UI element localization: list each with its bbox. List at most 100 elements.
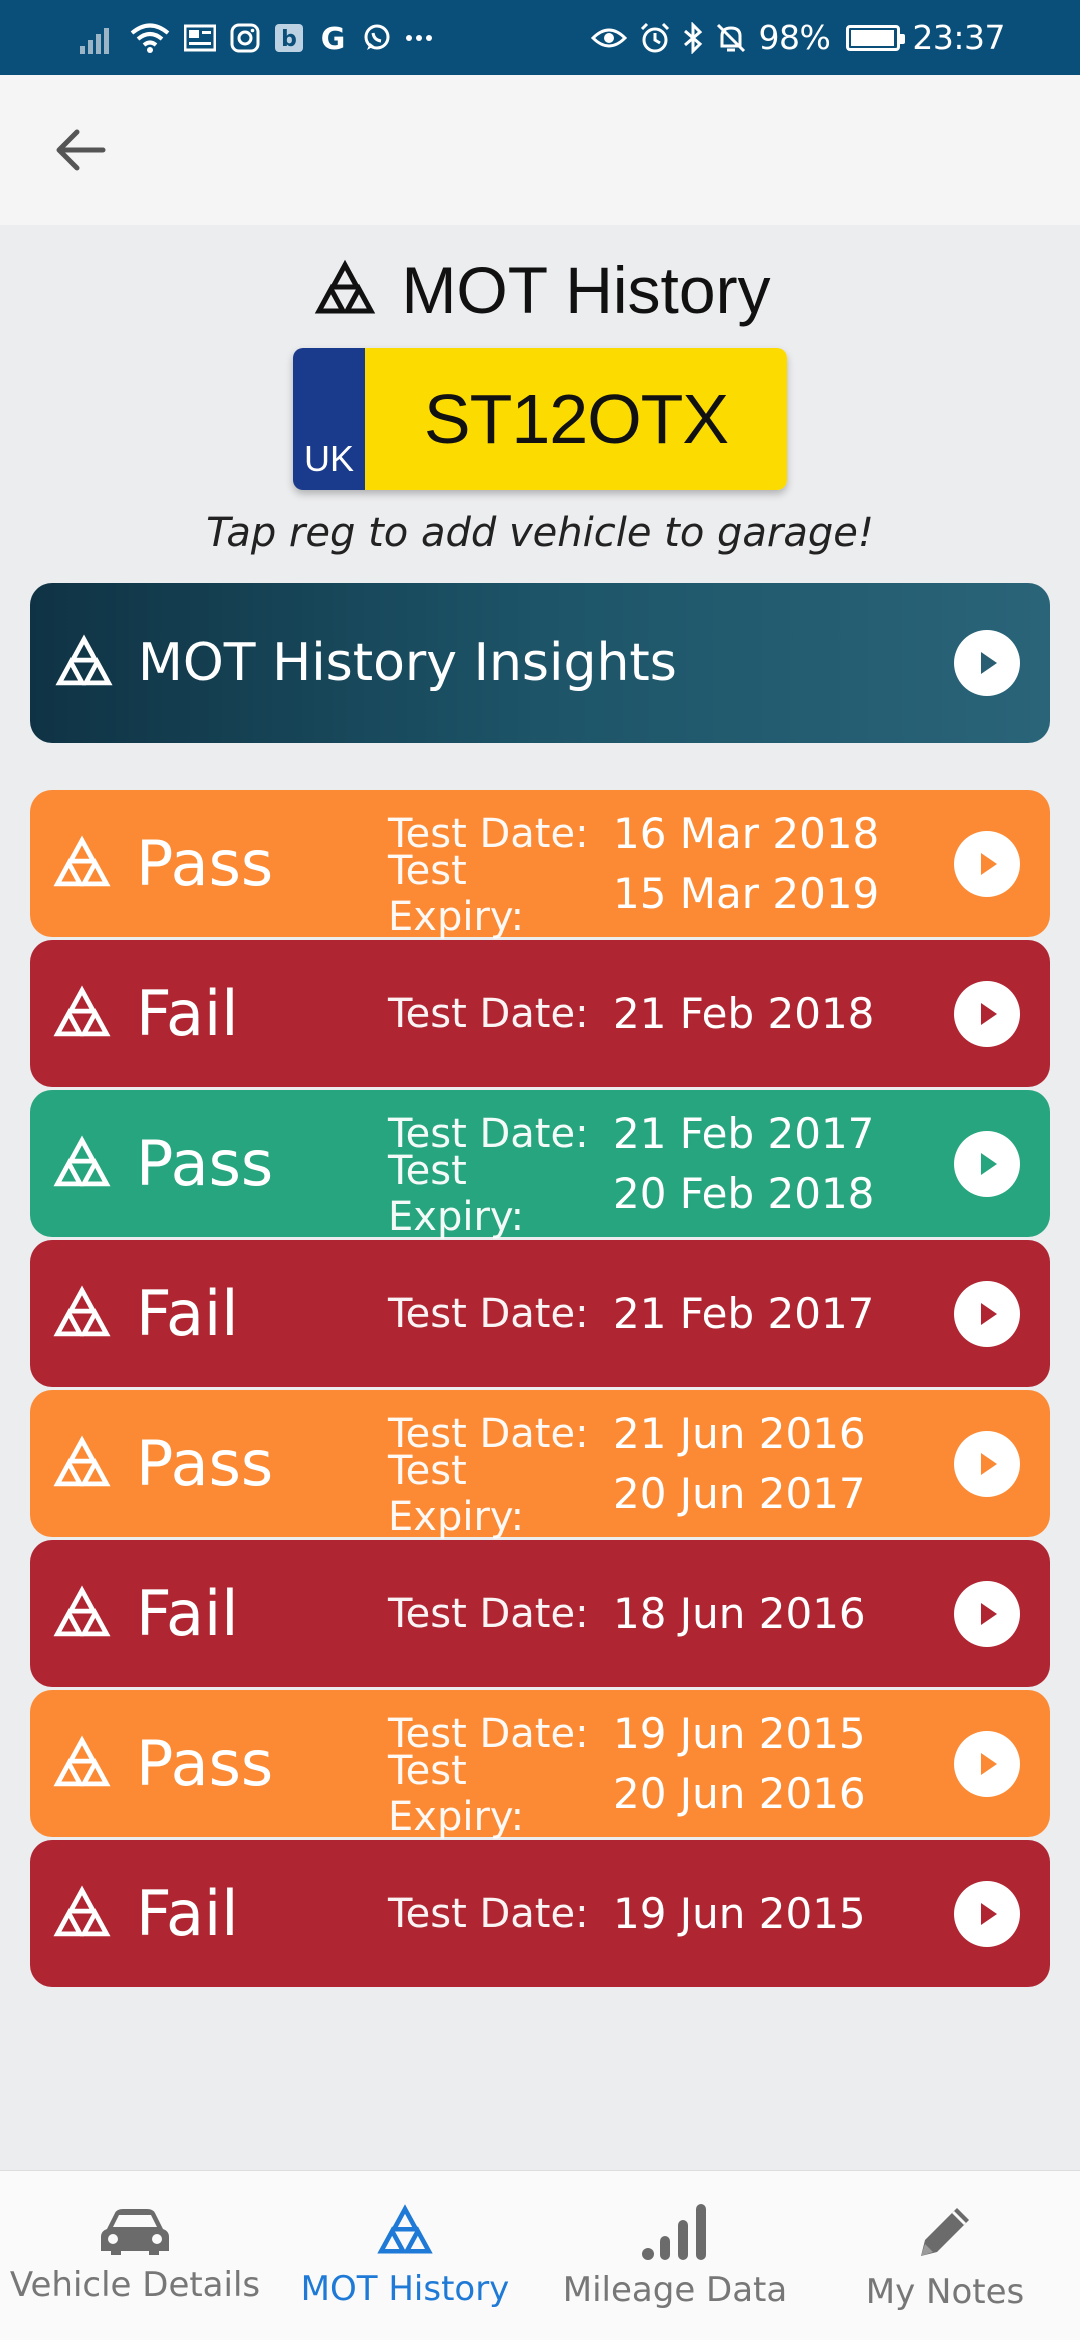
nav-label: Mileage Data bbox=[562, 2269, 788, 2310]
clock: 23:37 bbox=[912, 18, 1005, 57]
plate-country-strip: UK bbox=[293, 348, 365, 490]
google-icon: G bbox=[318, 18, 348, 58]
mot-record-row[interactable]: Pass Test Date: 21 Feb 2017 Test Expiry: 20 … bbox=[30, 1090, 1050, 1240]
test-date-line: Test Date: 21 Feb 2018 bbox=[388, 984, 874, 1044]
test-expiry-label: Test Expiry: bbox=[388, 847, 525, 940]
nav-my-notes[interactable]: My Notes bbox=[810, 2171, 1080, 2340]
test-date-value: 21 Feb 2017 bbox=[613, 1109, 875, 1158]
mot-record-row[interactable]: Pass Test Date: 21 Jun 2016 Test Expiry: 20 … bbox=[30, 1390, 1050, 1540]
registration-plate[interactable]: UK ST12OTX bbox=[293, 348, 787, 490]
test-expiry-label: Test Expiry: bbox=[388, 1147, 525, 1240]
mot-status: Fail bbox=[136, 977, 239, 1050]
booking-icon: b bbox=[274, 18, 304, 58]
bluetooth-icon bbox=[683, 18, 703, 58]
test-date-value: 21 Feb 2017 bbox=[613, 1289, 875, 1338]
mot-status: Fail bbox=[136, 1577, 239, 1650]
test-date-value: 19 Jun 2015 bbox=[613, 1889, 866, 1938]
test-date-line: Test Date: 18 Jun 2016 bbox=[388, 1584, 866, 1644]
mot-icon bbox=[315, 259, 376, 314]
wifi-icon bbox=[130, 18, 170, 58]
mot-icon bbox=[53, 1434, 111, 1486]
test-date-label: Test Date: bbox=[388, 1890, 589, 1937]
nav-label: MOT History bbox=[300, 2268, 510, 2309]
test-date-line: Test Date: 19 Jun 2015 bbox=[388, 1884, 866, 1944]
mot-record-row[interactable]: Fail Test Date: 21 Feb 2017 bbox=[30, 1240, 1050, 1387]
back-button[interactable] bbox=[40, 115, 120, 185]
mot-record-row[interactable]: Fail Test Date: 19 Jun 2015 bbox=[30, 1840, 1050, 1987]
mot-record-row[interactable]: Pass Test Date: 16 Mar 2018 Test Expiry: 15 … bbox=[30, 790, 1050, 940]
mot-dates: Test Date: 21 Feb 2018 bbox=[388, 984, 874, 1044]
mot-status: Fail bbox=[136, 1277, 239, 1350]
play-icon bbox=[954, 1730, 1020, 1797]
mot-icon bbox=[53, 1284, 111, 1336]
test-date-value: 19 Jun 2015 bbox=[613, 1709, 866, 1758]
mot-status: Pass bbox=[136, 1727, 274, 1800]
test-expiry-line: Test Expiry: 20 Feb 2018 bbox=[388, 1148, 874, 1240]
eye-icon bbox=[590, 18, 627, 58]
mot-status: Pass bbox=[136, 1427, 274, 1500]
mot-dates: Test Date: 18 Jun 2016 bbox=[388, 1584, 866, 1644]
play-icon bbox=[954, 1580, 1020, 1647]
play-icon bbox=[954, 1880, 1020, 1947]
mot-dates: Test Date: 19 Jun 2015 Test Expiry: 20 Jun … bbox=[388, 1704, 866, 1840]
play-icon bbox=[954, 630, 1020, 696]
plate-registration: ST12OTX bbox=[365, 348, 787, 490]
mot-dates: Test Date: 21 Feb 2017 Test Expiry: 20 Feb … bbox=[388, 1104, 875, 1240]
mot-history-insights-button[interactable]: MOT History Insights bbox=[30, 583, 1050, 743]
nav-mileage-data[interactable]: Mileage Data bbox=[540, 2171, 810, 2340]
test-date-value: 16 Mar 2018 bbox=[613, 809, 880, 858]
mot-status: Pass bbox=[136, 827, 274, 900]
play-icon bbox=[954, 830, 1020, 897]
test-expiry-label: Test Expiry: bbox=[388, 1747, 525, 1840]
insights-label: MOT History Insights bbox=[138, 633, 677, 693]
status-right-icons: 98% 23:37 bbox=[590, 18, 1005, 58]
test-expiry-line: Test Expiry: 20 Jun 2016 bbox=[388, 1748, 866, 1840]
bottom-navigation: Vehicle Details MOT History Mileage Data… bbox=[0, 2170, 1080, 2340]
nav-mot-history[interactable]: MOT History bbox=[270, 2171, 540, 2340]
mot-record-row[interactable]: Pass Test Date: 19 Jun 2015 Test Expiry: 20 … bbox=[30, 1690, 1050, 1840]
test-expiry-line: Test Expiry: 20 Jun 2017 bbox=[388, 1448, 866, 1540]
test-date-value: 21 Jun 2016 bbox=[613, 1409, 866, 1458]
status-bar: b G 98% 23:37 bbox=[0, 0, 1080, 75]
mute-icon bbox=[715, 18, 747, 58]
whatsapp-icon bbox=[362, 18, 392, 58]
page-header: MOT History bbox=[0, 250, 1080, 330]
test-expiry-value: 20 Jun 2016 bbox=[613, 1769, 866, 1818]
mot-record-list: Pass Test Date: 16 Mar 2018 Test Expiry: 15 … bbox=[30, 790, 1050, 1990]
play-icon bbox=[954, 1430, 1020, 1497]
mot-record-row[interactable]: Fail Test Date: 18 Jun 2016 bbox=[30, 1540, 1050, 1687]
test-date-value: 21 Feb 2018 bbox=[613, 989, 875, 1038]
mot-record-row[interactable]: Fail Test Date: 21 Feb 2018 bbox=[30, 940, 1050, 1087]
mot-icon bbox=[53, 1734, 111, 1786]
test-date-line: Test Date: 21 Feb 2017 bbox=[388, 1284, 874, 1344]
test-date-label: Test Date: bbox=[388, 1590, 589, 1637]
test-expiry-value: 15 Mar 2019 bbox=[613, 869, 880, 918]
plate-country: UK bbox=[303, 438, 354, 479]
more-notifications-icon bbox=[406, 18, 432, 58]
test-expiry-label: Test Expiry: bbox=[388, 1447, 525, 1540]
page-title: MOT History bbox=[401, 253, 771, 327]
app-bar bbox=[0, 75, 1080, 225]
mot-status: Pass bbox=[136, 1127, 274, 1200]
mot-dates: Test Date: 16 Mar 2018 Test Expiry: 15 Mar … bbox=[388, 804, 880, 940]
mot-icon bbox=[55, 634, 113, 686]
nav-label: Vehicle Details bbox=[9, 2264, 261, 2305]
add-to-garage-hint: Tap reg to add vehicle to garage! bbox=[206, 510, 874, 556]
test-date-label: Test Date: bbox=[388, 1290, 589, 1337]
test-date-value: 18 Jun 2016 bbox=[613, 1589, 866, 1638]
mot-icon bbox=[53, 1134, 111, 1186]
test-date-label: Test Date: bbox=[388, 990, 589, 1037]
instagram-icon bbox=[230, 18, 260, 58]
mot-icon bbox=[377, 2203, 433, 2254]
back-arrow-icon bbox=[56, 129, 106, 171]
status-left-icons: b G bbox=[80, 18, 432, 58]
battery-icon bbox=[846, 24, 906, 51]
mot-dates: Test Date: 21 Jun 2016 Test Expiry: 20 Jun … bbox=[388, 1404, 866, 1540]
nav-vehicle-details[interactable]: Vehicle Details bbox=[0, 2171, 270, 2340]
svg-text:b: b bbox=[281, 27, 297, 52]
alarm-icon bbox=[639, 18, 671, 58]
pencil-icon bbox=[921, 2207, 969, 2256]
test-expiry-value: 20 Jun 2017 bbox=[613, 1469, 866, 1518]
mot-icon bbox=[53, 834, 111, 886]
mot-icon bbox=[53, 1584, 111, 1636]
